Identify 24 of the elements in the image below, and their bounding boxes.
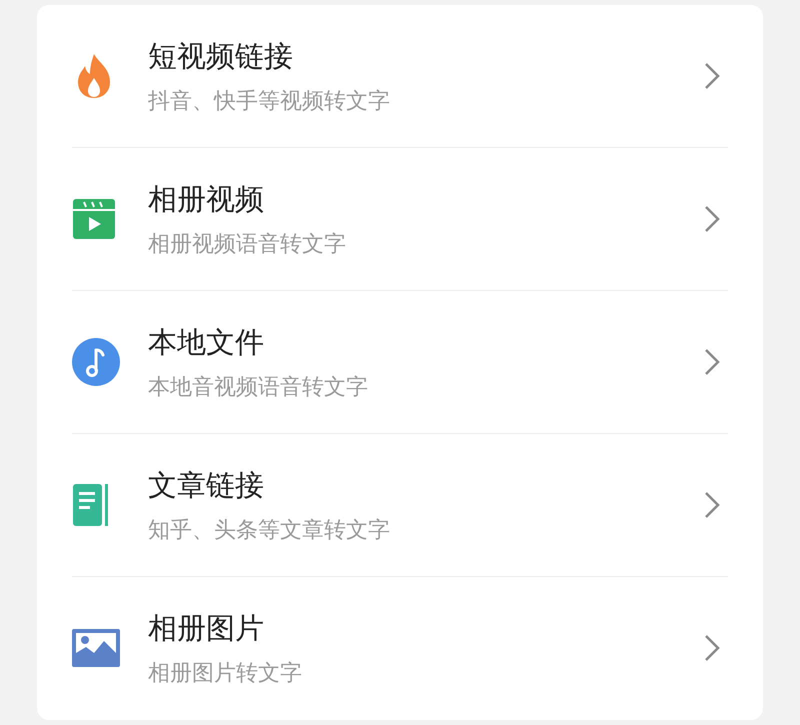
menu-item[interactable]: 文章链接 知乎、头条等文章转文字 (72, 434, 728, 577)
item-subtitle: 知乎、头条等文章转文字 (148, 517, 391, 545)
menu-item[interactable]: 相册视频 相册视频语音转文字 (72, 148, 728, 291)
image-icon (72, 629, 120, 668)
menu-item[interactable]: 短视频链接 抖音、快手等视频转文字 (72, 5, 728, 148)
music-note-icon (72, 338, 120, 386)
item-title: 短视频链接 (148, 38, 294, 74)
item-title: 相册图片 (148, 610, 265, 646)
item-title: 文章链接 (148, 467, 265, 503)
chevron-right-icon (704, 62, 720, 90)
menu-item[interactable]: 相册图片 相册图片转文字 (72, 577, 728, 720)
item-subtitle: 抖音、快手等视频转文字 (148, 88, 391, 116)
chevron-right-icon (704, 348, 720, 376)
menu-item[interactable]: 本地文件 本地音视频语音转文字 (72, 291, 728, 434)
item-subtitle: 本地音视频语音转文字 (148, 374, 369, 402)
item-subtitle: 相册视频语音转文字 (148, 231, 347, 259)
item-subtitle: 相册图片转文字 (148, 660, 303, 688)
video-icon (72, 197, 116, 241)
chevron-right-icon (704, 205, 720, 233)
item-title: 本地文件 (148, 324, 265, 360)
chevron-right-icon (704, 634, 720, 662)
chevron-right-icon (704, 491, 720, 519)
item-title: 相册视频 (148, 181, 265, 217)
document-icon (72, 483, 110, 527)
